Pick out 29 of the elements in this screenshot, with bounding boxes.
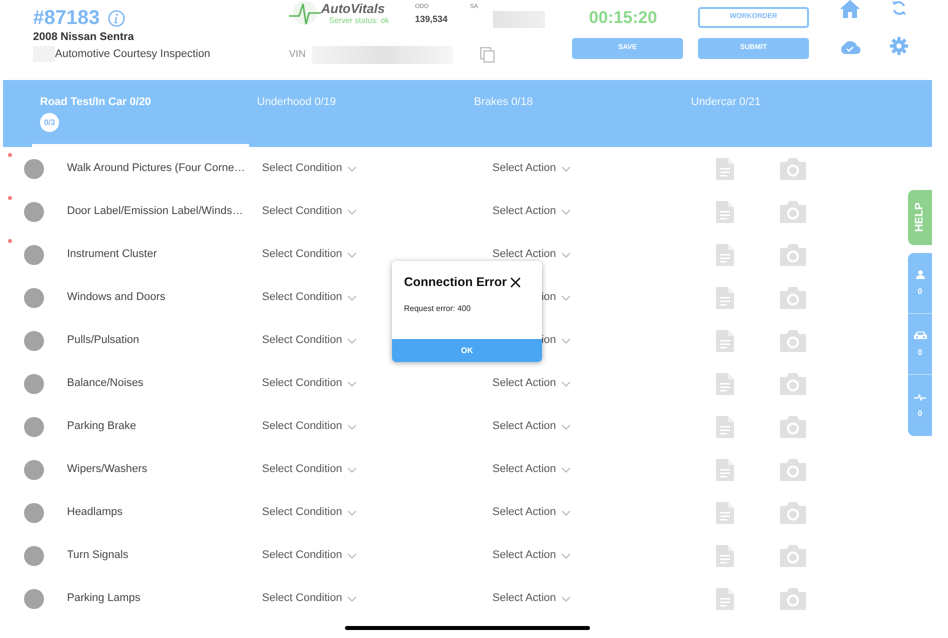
counter-value: 0 bbox=[918, 408, 922, 418]
logo-text: AutoVitals bbox=[321, 1, 385, 16]
vin-label: VIN bbox=[289, 48, 306, 62]
item-label: Windows and Doors bbox=[67, 290, 166, 306]
dialog-message: Request error: 400 bbox=[403, 302, 472, 315]
dialog-title: Connection Error bbox=[404, 274, 507, 291]
server-status: Server status: ok bbox=[329, 16, 390, 26]
counter-value: 0 bbox=[918, 287, 922, 296]
item-label: Wipers/Washers bbox=[67, 462, 148, 478]
timer: 00:15:20 bbox=[589, 8, 658, 28]
counter-value: 0 bbox=[918, 348, 922, 357]
item-label: Door Label/Emission Label/Winds… bbox=[67, 204, 244, 220]
item-label: Parking Lamps bbox=[67, 591, 142, 606]
item-label: Headlamps bbox=[67, 505, 124, 520]
item-label: Instrument Cluster bbox=[67, 247, 158, 262]
item-label: Turn Signals bbox=[67, 548, 130, 564]
item-label: Pulls/Pulsation bbox=[67, 333, 140, 348]
item-label: Parking Brake bbox=[67, 419, 138, 434]
item-label: Walk Around Pictures (Four Corne… bbox=[67, 161, 246, 176]
tab-label: Road Test/In Car 0/20 bbox=[40, 95, 152, 109]
order-number: #87183 bbox=[33, 6, 100, 30]
tab-label: Brakes 0/18 bbox=[474, 95, 533, 109]
inspection-title: Automotive Courtesy Inspection bbox=[55, 47, 210, 62]
odo-value: 139,534 bbox=[415, 13, 448, 26]
tab-label: Underhood 0/19 bbox=[257, 95, 336, 109]
tab-label: Undercar 0/21 bbox=[691, 95, 761, 109]
item-label: Balance/Noises bbox=[67, 376, 144, 392]
count-badge: 0/3 bbox=[40, 113, 59, 132]
vehicle-name: 2008 Nissan Sentra bbox=[33, 30, 135, 44]
